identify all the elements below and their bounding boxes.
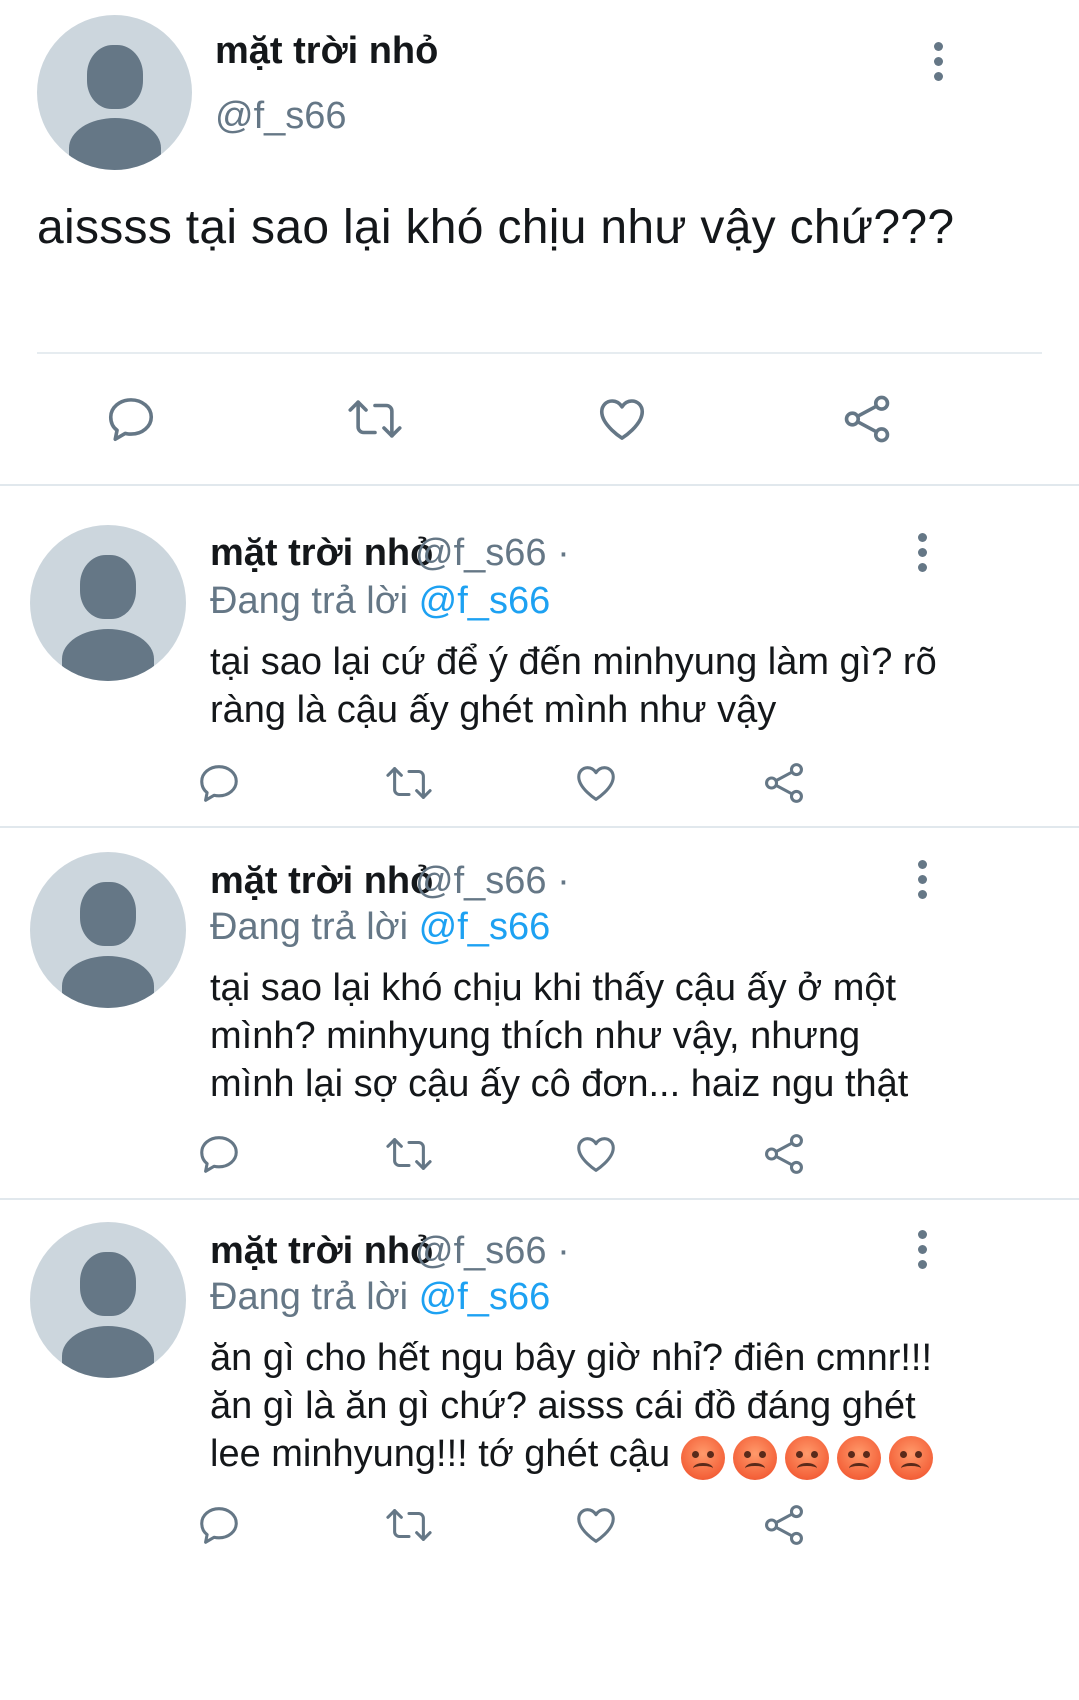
retweet-icon[interactable] bbox=[383, 1131, 435, 1177]
share-icon[interactable] bbox=[760, 1131, 808, 1177]
avatar[interactable] bbox=[30, 852, 186, 1008]
avatar-shoulders bbox=[62, 629, 154, 681]
avatar[interactable] bbox=[30, 1222, 186, 1378]
share-icon[interactable] bbox=[760, 760, 808, 806]
avatar-shoulders bbox=[69, 118, 161, 170]
avatar[interactable] bbox=[30, 525, 186, 681]
reply-text: tại sao lại cứ để ý đến minhyung làm gì?… bbox=[210, 638, 1030, 734]
angry-face-icon bbox=[680, 1435, 725, 1480]
mention-link[interactable]: @f_s66 bbox=[419, 580, 551, 622]
replying-prefix: Đang trả lời bbox=[210, 1276, 419, 1318]
text-line: mình lại sợ cậu ấy cô đơn... haiz ngu th… bbox=[210, 1063, 909, 1105]
angry-face-icon bbox=[732, 1435, 777, 1480]
replying-to: Đang trả lời @f_s66 bbox=[210, 1276, 550, 1319]
reply-icon[interactable] bbox=[196, 1131, 242, 1177]
divider bbox=[0, 484, 1079, 486]
angry-face-icon bbox=[784, 1435, 829, 1480]
like-icon[interactable] bbox=[572, 1502, 620, 1548]
author-name[interactable]: mặt trời nhỏ bbox=[210, 1230, 433, 1273]
divider bbox=[0, 1198, 1079, 1200]
angry-face-icon bbox=[888, 1435, 933, 1480]
reply-text: tại sao lại khó chịu khi thấy cậu ấy ở m… bbox=[210, 964, 1030, 1108]
replying-to: Đang trả lời @f_s66 bbox=[210, 580, 550, 623]
author-handle[interactable]: @f_s66 · bbox=[415, 1230, 570, 1273]
avatar-shoulders bbox=[62, 956, 154, 1008]
more-icon[interactable] bbox=[912, 533, 932, 577]
retweet-icon[interactable] bbox=[344, 392, 406, 446]
more-icon[interactable] bbox=[912, 860, 932, 904]
mention-link[interactable]: @f_s66 bbox=[419, 906, 551, 948]
reply-icon[interactable] bbox=[104, 392, 158, 446]
avatar-head bbox=[80, 555, 136, 619]
avatar-head bbox=[80, 882, 136, 946]
reply-icon[interactable] bbox=[196, 760, 242, 806]
tweet-text: aissss tại sao lại khó chịu như vậy chứ?… bbox=[37, 201, 955, 254]
replying-prefix: Đang trả lời bbox=[210, 580, 419, 622]
replying-to: Đang trả lời @f_s66 bbox=[210, 906, 550, 949]
text-line-with-emoji: lee minhyung!!! tớ ghét cậu bbox=[210, 1430, 1030, 1480]
more-icon[interactable] bbox=[912, 1230, 932, 1274]
retweet-icon[interactable] bbox=[383, 760, 435, 806]
like-icon[interactable] bbox=[572, 1131, 620, 1177]
retweet-icon[interactable] bbox=[383, 1502, 435, 1548]
more-icon[interactable] bbox=[928, 42, 948, 86]
divider bbox=[37, 352, 1042, 354]
avatar-shoulders bbox=[62, 1326, 154, 1378]
text-line: ràng là cậu ấy ghét mình như vậy bbox=[210, 689, 777, 731]
author-handle[interactable]: @f_s66 · bbox=[415, 532, 570, 575]
avatar-head bbox=[87, 45, 143, 109]
divider bbox=[0, 826, 1079, 828]
text-line: tại sao lại cứ để ý đến minhyung làm gì?… bbox=[210, 641, 937, 683]
angry-emoji-row bbox=[680, 1432, 941, 1480]
angry-face-icon bbox=[836, 1435, 881, 1480]
share-icon[interactable] bbox=[838, 392, 896, 446]
text-line: mình? minhyung thích như vậy, nhưng bbox=[210, 1015, 861, 1057]
mention-link[interactable]: @f_s66 bbox=[419, 1276, 551, 1318]
reply-icon[interactable] bbox=[196, 1502, 242, 1548]
avatar[interactable] bbox=[37, 15, 192, 170]
reply-text: ăn gì cho hết ngu bây giờ nhỉ? điên cmnr… bbox=[210, 1334, 1030, 1480]
text-line: ăn gì cho hết ngu bây giờ nhỉ? điên cmnr… bbox=[210, 1337, 933, 1379]
avatar-head bbox=[80, 1252, 136, 1316]
author-name[interactable]: mặt trời nhỏ bbox=[210, 860, 433, 903]
text-line: ăn gì là ăn gì chứ? aisss cái đồ đáng gh… bbox=[210, 1385, 916, 1427]
like-icon[interactable] bbox=[594, 392, 650, 446]
replying-prefix: Đang trả lời bbox=[210, 906, 419, 948]
author-name[interactable]: mặt trời nhỏ bbox=[215, 30, 438, 73]
text-line: lee minhyung!!! tớ ghét cậu bbox=[210, 1433, 671, 1475]
author-handle[interactable]: @f_s66 · bbox=[415, 860, 570, 903]
text-line: tại sao lại khó chịu khi thấy cậu ấy ở m… bbox=[210, 967, 897, 1009]
author-name[interactable]: mặt trời nhỏ bbox=[210, 532, 433, 575]
author-handle[interactable]: @f_s66 bbox=[215, 95, 347, 138]
like-icon[interactable] bbox=[572, 760, 620, 806]
share-icon[interactable] bbox=[760, 1502, 808, 1548]
